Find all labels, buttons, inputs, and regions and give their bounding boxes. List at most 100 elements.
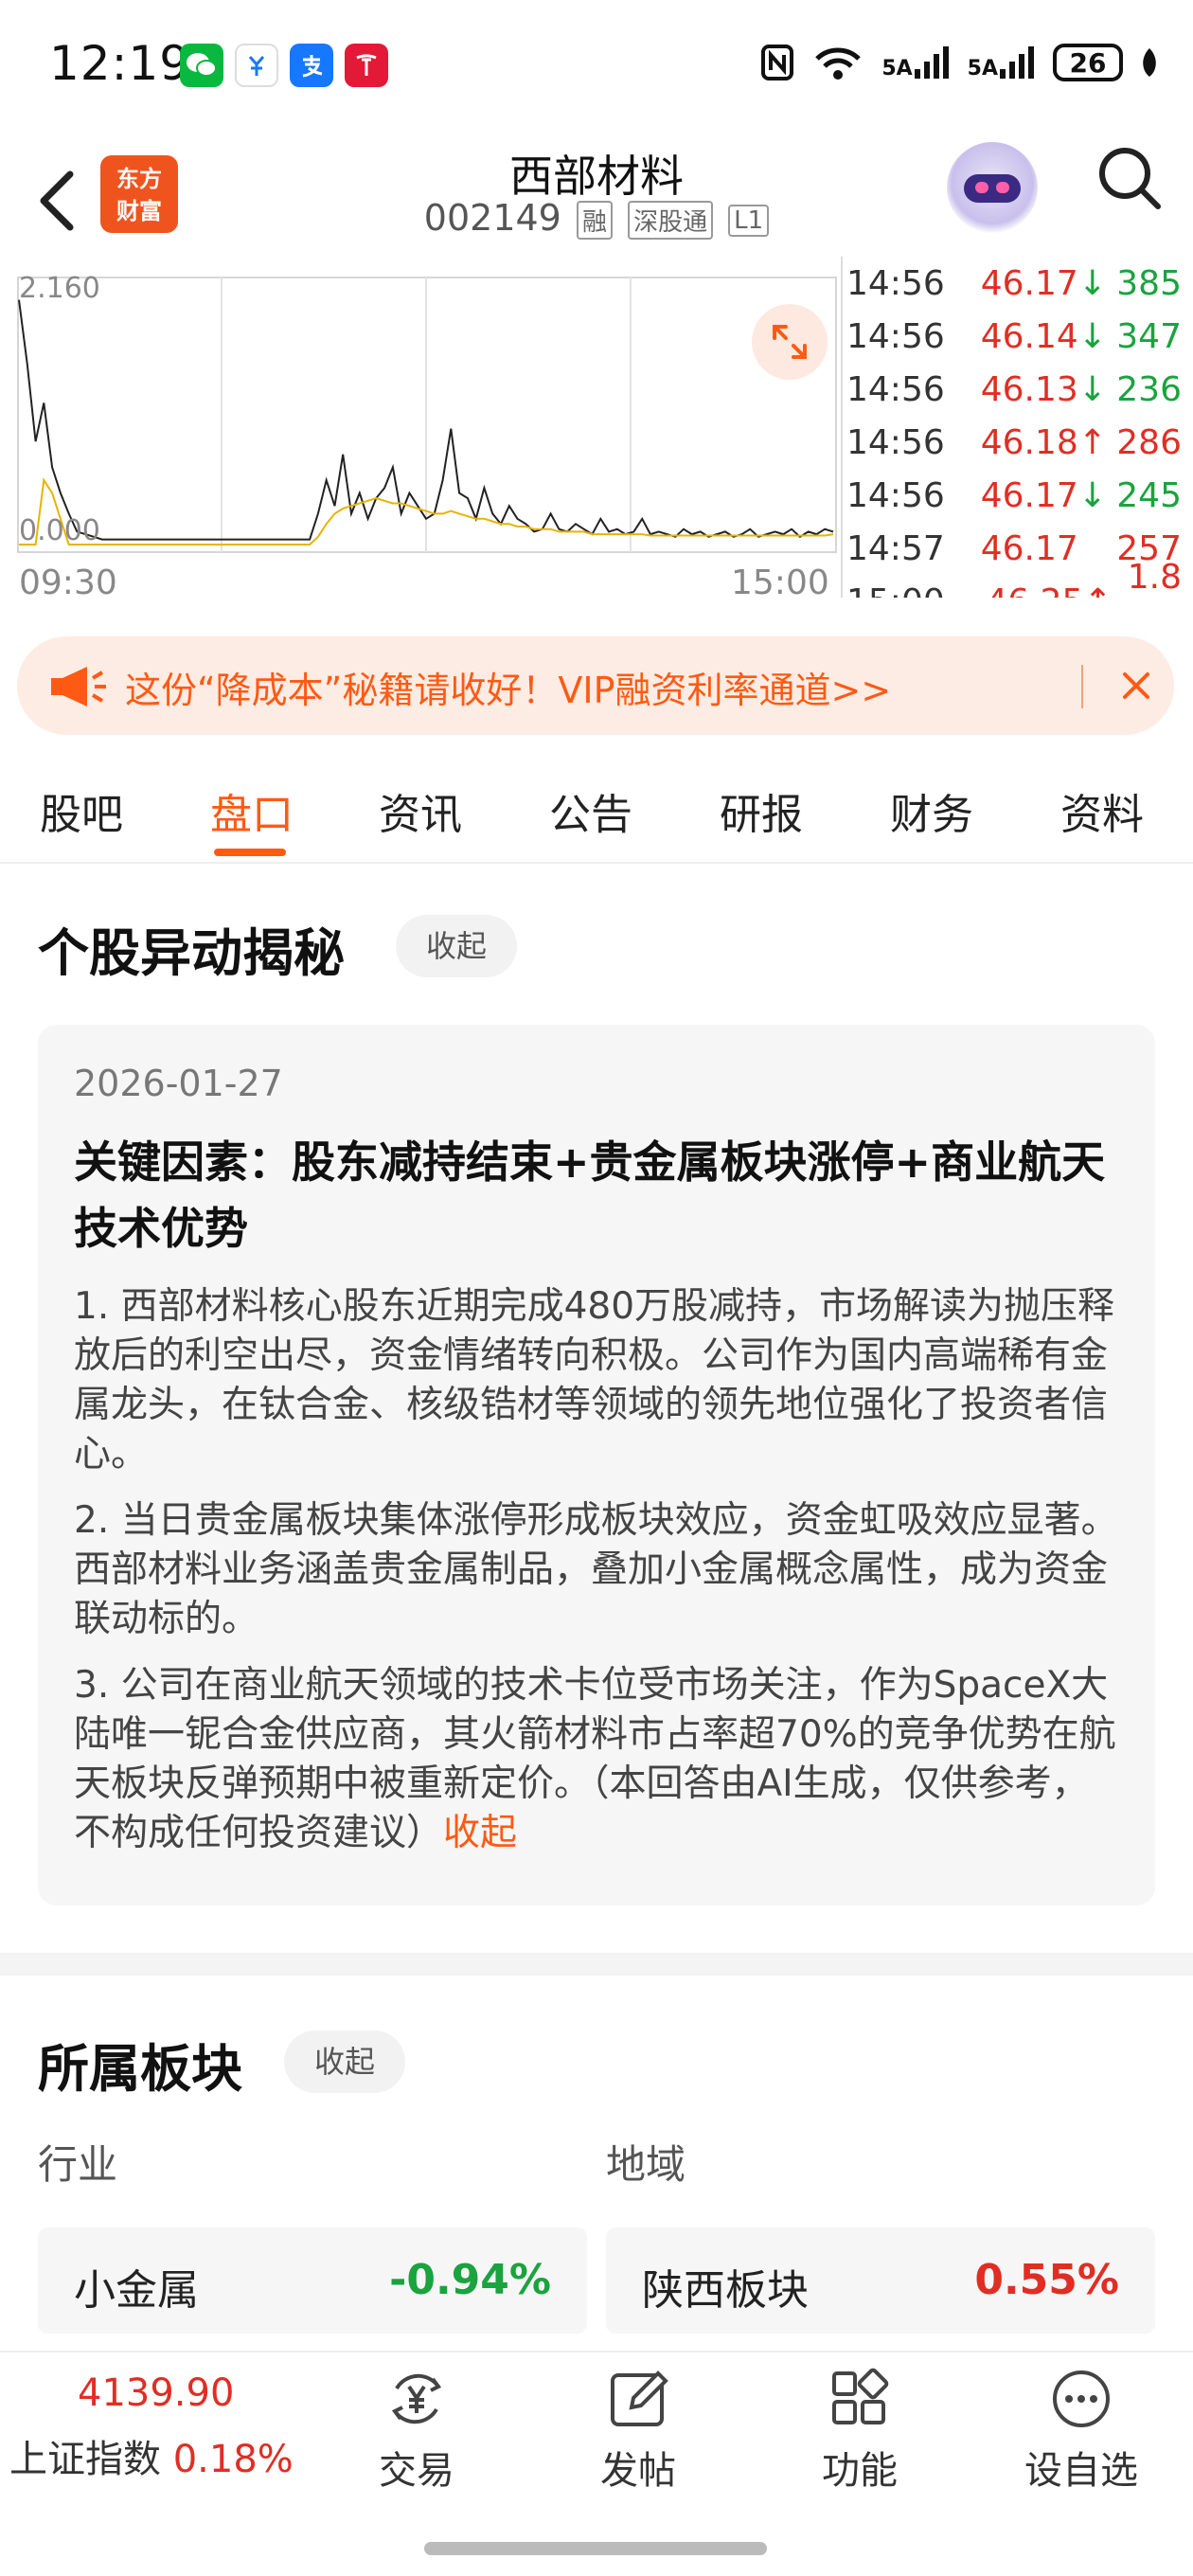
tick-price: 46.17 — [980, 528, 1078, 568]
network-type-2: 5A — [968, 45, 1036, 80]
analysis-date: 2026-01-27 — [74, 1063, 283, 1104]
volume-ratio-chart[interactable] — [17, 270, 837, 554]
alipay-icon — [290, 44, 333, 87]
nav-trade-label: 交易 — [379, 2449, 454, 2493]
tick-volume: 347 — [1116, 316, 1182, 356]
tab-forum[interactable]: 股吧 — [40, 780, 123, 841]
tick-price: 46.14↓ — [980, 316, 1107, 356]
index-value: 4139.90 — [78, 2371, 235, 2415]
nav-trade[interactable]: 交易 — [341, 2366, 492, 2495]
tab-quote[interactable]: 盘口 — [210, 780, 294, 841]
tick-volume: 236 — [1116, 369, 1182, 409]
nfc-icon — [761, 45, 794, 80]
tick-volume: 286 — [1116, 422, 1182, 462]
analysis-paragraph-1: 1. 西部材料核心股东近期完成480万股减持，市场解读为抛压释放后的利空出尽，资… — [74, 1285, 1115, 1476]
industry-sector-card[interactable]: 小金属 -0.94% — [38, 2227, 587, 2334]
yen-cycle-icon — [391, 2373, 442, 2424]
battery-indicator: 26 — [1053, 44, 1123, 81]
tesla-icon — [345, 44, 388, 87]
tick-price: 46.25↑ — [986, 582, 1127, 599]
home-indicator[interactable] — [424, 2542, 767, 2555]
movement-section-title: 个股异动揭秘 — [38, 923, 345, 983]
movement-collapse-button[interactable]: 收起 — [396, 915, 518, 977]
analysis-headline: 关键因素：股东减持结束+贵金属板块涨停+商业航天技术优势 — [74, 1136, 1106, 1254]
tab-profile[interactable]: 资料 — [1060, 780, 1144, 841]
tick-time: 14:56 — [846, 263, 945, 303]
section-divider — [0, 1953, 1193, 1976]
expand-chart-button[interactable] — [752, 304, 828, 380]
index-label: 上证指数 0.18% — [9, 2428, 294, 2483]
notification-icons — [180, 44, 388, 87]
analysis-paragraph-2: 2. 当日贵金属板块集体涨停形成板块效应，资金虹吸效应显著。西部材料业务涵盖贵金… — [74, 1499, 1118, 1640]
analysis-collapse-link[interactable]: 收起 — [443, 1812, 517, 1854]
y-axis-min: 0.000 — [19, 514, 100, 547]
tick-direction: ↑ — [1083, 582, 1112, 599]
nav-post[interactable]: 发帖 — [562, 2366, 714, 2495]
signal-icon — [914, 46, 949, 79]
promo-banner[interactable]: 这份“降成本”秘籍请收好！VIP融资利率通道>> — [17, 636, 1174, 735]
region-sector-name: 陕西板块 — [642, 2266, 809, 2315]
stock-header: 东方 财富 西部材料 002149 融 深股通 L1 — [0, 142, 1193, 265]
nav-post-label: 发帖 — [600, 2449, 676, 2493]
tick-time: 15:00 — [843, 582, 986, 599]
expand-icon — [773, 325, 807, 359]
signal-icon — [1000, 46, 1034, 79]
system-indicators: 5A 5A 26 — [760, 44, 1159, 81]
megaphone-icon — [51, 667, 106, 707]
leaf-icon — [1143, 48, 1156, 77]
sectors-collapse-button[interactable]: 收起 — [284, 2030, 406, 2093]
tick-time: 14:57 — [846, 528, 945, 568]
industry-sector-name: 小金属 — [74, 2266, 199, 2315]
status-time: 12:19 — [49, 36, 191, 91]
nav-functions[interactable]: 功能 — [784, 2366, 935, 2495]
tick-list[interactable]: 14:56 46.17↓ 385 14:56 46.14↓ 347 14:56 46.13↓ 2… — [841, 257, 1193, 598]
x-axis-start: 09:30 — [19, 564, 117, 602]
tick-direction: ↓ — [1077, 369, 1107, 409]
intraday-chart-area: 2.160 0.000 09:30 15:00 14:56 46.17↓ 385 14… — [0, 257, 1193, 630]
tab-finance[interactable]: 财务 — [890, 780, 973, 841]
wechat-icon — [180, 44, 223, 87]
tab-news[interactable]: 资讯 — [379, 780, 462, 841]
tab-announcements[interactable]: 公告 — [549, 780, 632, 841]
status-bar: 12:19 5A 5A 26 — [0, 0, 1193, 142]
sectors-section-title: 所属板块 — [38, 2039, 242, 2099]
tick-row: 14:56 46.18↑ 286 — [843, 416, 1193, 469]
search-icon[interactable] — [1094, 142, 1166, 214]
active-tab-indicator — [214, 849, 286, 856]
tick-direction: ↑ — [1077, 422, 1107, 462]
tick-row: 14:56 46.17↓ 245 — [843, 469, 1193, 522]
tag-margin: 融 — [576, 201, 613, 240]
tag-level: L1 — [728, 204, 770, 237]
stock-code: 002149 — [423, 197, 561, 239]
analysis-paragraph-3: 3. 公司在商业航天领域的技术卡位受市场关注，作为SpaceX大陆唯一铌合金供应… — [74, 1664, 1116, 1854]
tick-time: 14:56 — [846, 422, 945, 462]
x-axis-end: 15:00 — [731, 564, 829, 602]
network-type-1: 5A — [881, 45, 950, 80]
banner-text: 这份“降成本”秘籍请收好！VIP融资利率通道>> — [125, 670, 892, 711]
tick-direction: ↓ — [1077, 475, 1107, 515]
industry-label: 行业 — [38, 2141, 118, 2188]
grid-icon — [832, 2368, 889, 2424]
industry-sector-change: -0.94% — [389, 2256, 551, 2304]
nav-add-watchlist[interactable]: 设自选 — [1006, 2366, 1157, 2495]
close-icon[interactable] — [1106, 655, 1166, 716]
wifi-icon — [815, 47, 862, 80]
tick-volume: 1.8万 — [1127, 557, 1182, 597]
ai-assistant-avatar[interactable] — [947, 142, 1038, 233]
tick-price: 46.17↓ — [980, 475, 1107, 515]
tick-price: 46.18↑ — [980, 422, 1107, 462]
bank-icon — [235, 44, 278, 87]
tick-time: 14:56 — [846, 369, 945, 409]
tick-row: 15:0046.25↑1.8万 — [843, 558, 1193, 599]
region-sector-change: 0.55% — [974, 2256, 1119, 2304]
tick-direction: ↓ — [1077, 263, 1107, 303]
y-axis-max: 2.160 — [19, 272, 100, 305]
region-label: 地域 — [606, 2141, 686, 2188]
region-sector-card[interactable]: 陕西板块 0.55% — [606, 2227, 1155, 2334]
tick-time: 14:56 — [846, 316, 945, 356]
tick-row: 14:56 46.17↓ 385 — [843, 257, 1193, 310]
more-icon — [1053, 2370, 1110, 2427]
tab-research[interactable]: 研报 — [720, 780, 803, 841]
movement-analysis-card: 2026-01-27 关键因素：股东减持结束+贵金属板块涨停+商业航天技术优势 … — [38, 1025, 1155, 1905]
tick-direction: ↓ — [1077, 316, 1107, 356]
